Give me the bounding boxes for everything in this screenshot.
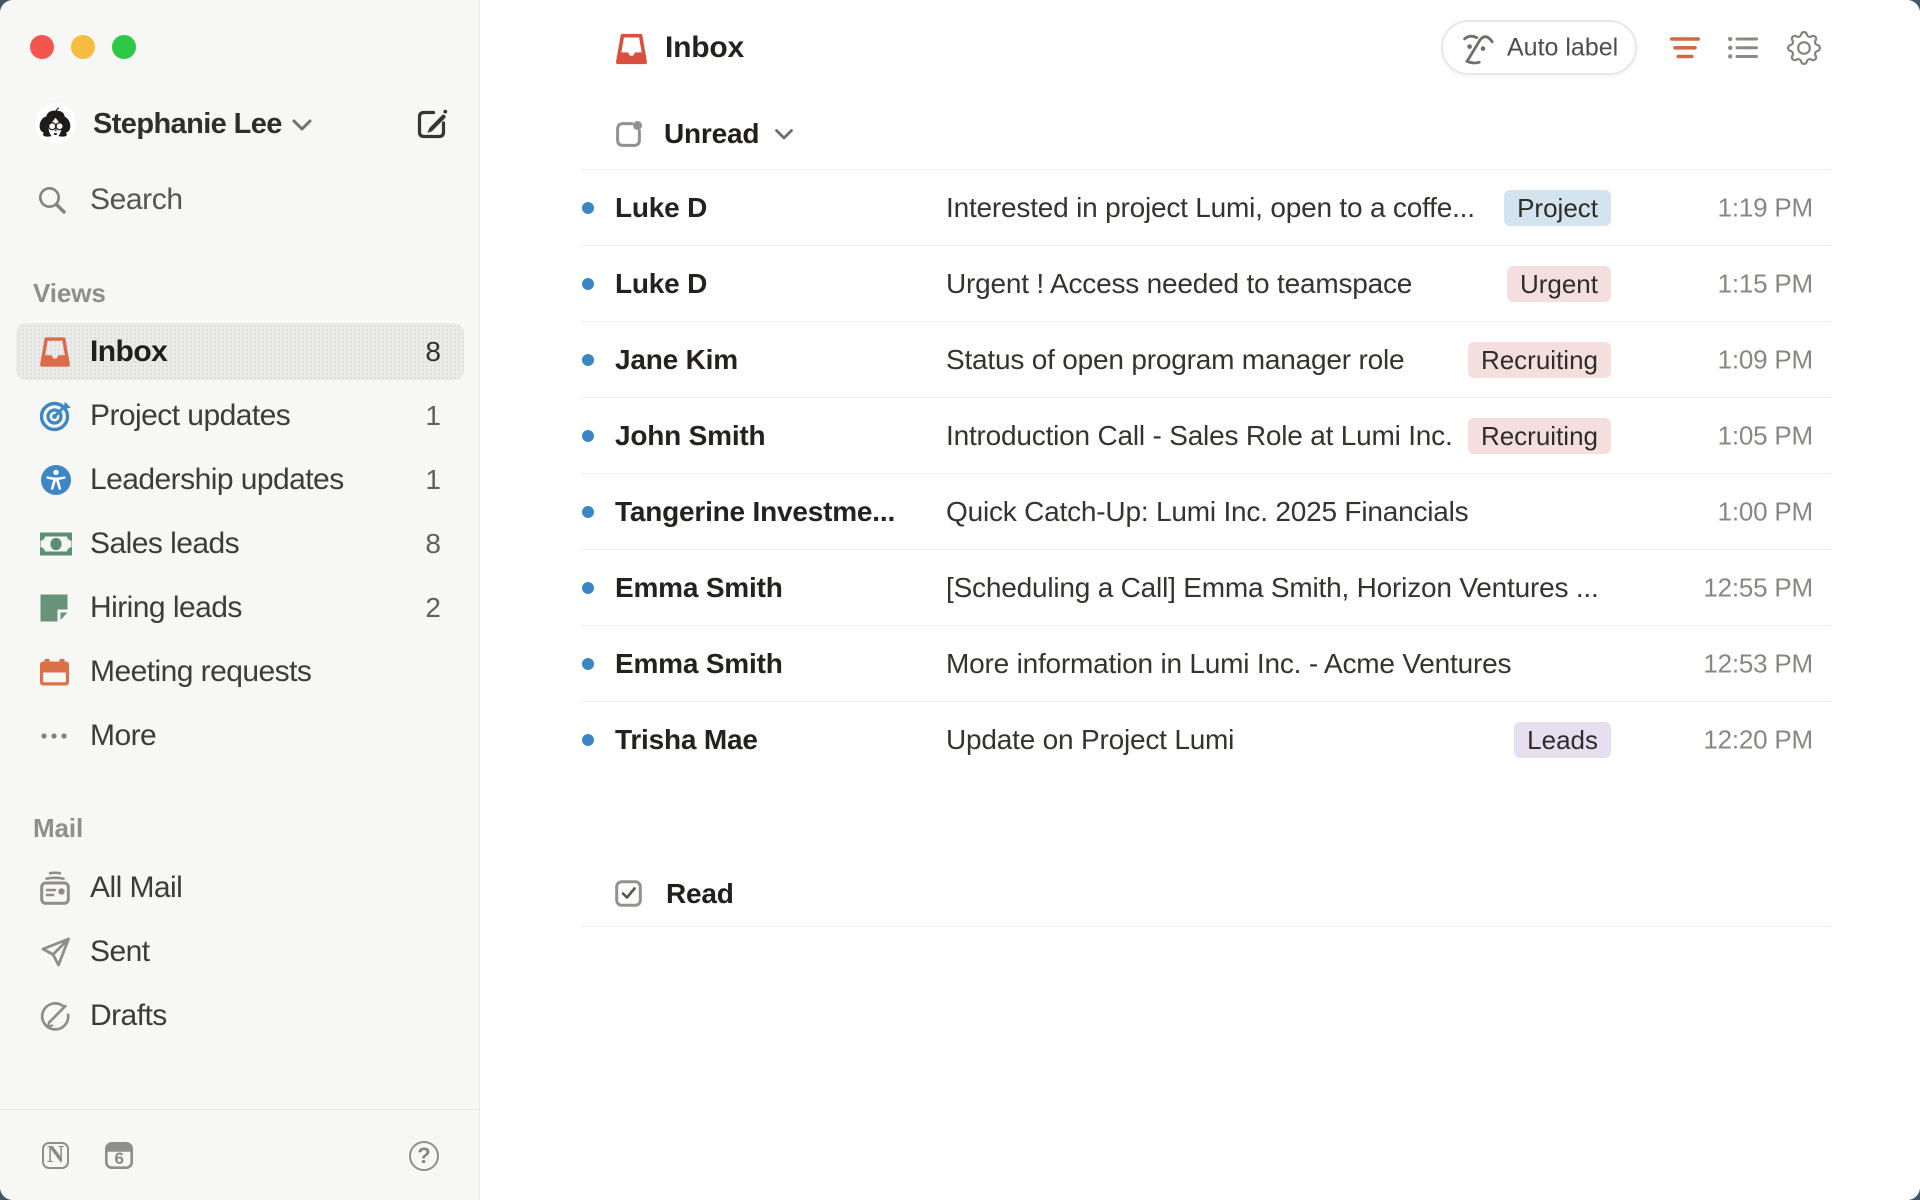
svg-text:6: 6 [114,1149,123,1168]
